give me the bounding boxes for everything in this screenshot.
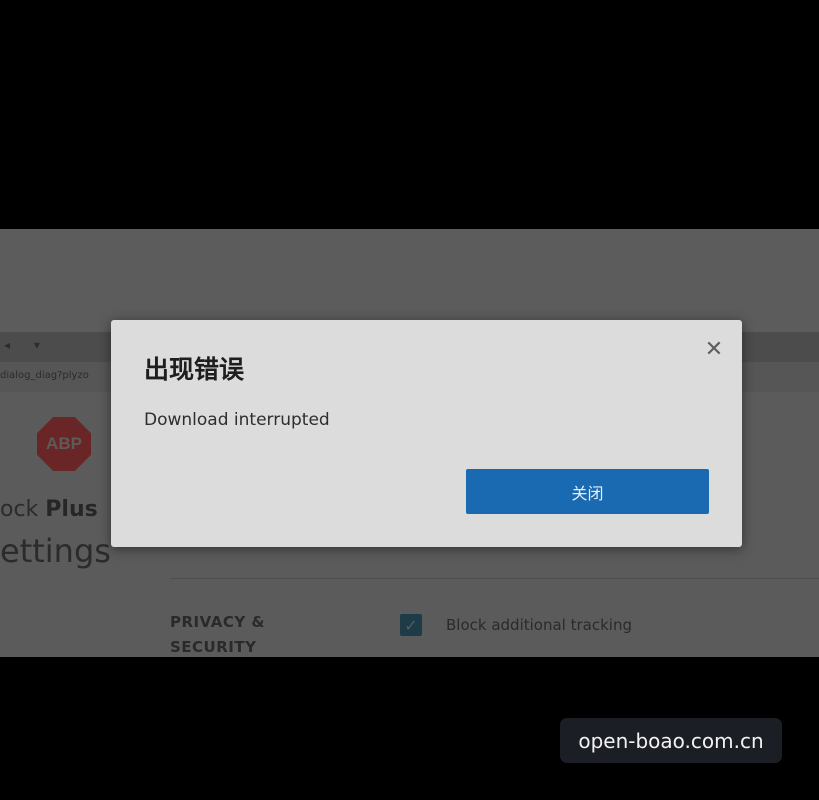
checkmark-icon: ✓ xyxy=(404,615,418,635)
abp-logo-icon: ABP xyxy=(37,417,91,471)
nav-arrows-icon[interactable]: ◂ ▾ xyxy=(4,338,50,352)
browser-top-area xyxy=(0,229,819,332)
app-name-partial: ock xyxy=(0,497,46,522)
watermark-badge: open-boao.com.cn xyxy=(560,718,782,763)
divider xyxy=(170,578,819,579)
section-label-text: PRIVACY & SECURITY xyxy=(170,613,265,656)
error-dialog: 出现错误 ✕ Download interrupted 关闭 xyxy=(111,320,742,547)
app-name: ock Plus xyxy=(0,497,98,522)
app-name-plus: Plus xyxy=(45,497,98,522)
abp-logo-text: ABP xyxy=(46,434,82,453)
dialog-title: 出现错误 xyxy=(144,355,245,384)
close-icon[interactable]: ✕ xyxy=(702,338,726,362)
block-tracking-checkbox[interactable]: ✓ xyxy=(400,614,422,636)
url-text: dialog_diag?plyzo xyxy=(0,370,89,381)
dialog-message: Download interrupted xyxy=(144,410,330,430)
section-label-privacy: PRIVACY & SECURITY xyxy=(170,610,280,657)
close-button[interactable]: 关闭 xyxy=(466,469,709,514)
page-title: ettings xyxy=(0,532,111,570)
screen: ◂ ▾ dialog_diag?plyzo ABP ock Plus ettin… xyxy=(0,0,819,800)
block-tracking-label: Block additional tracking xyxy=(446,616,632,634)
watermark-text: open-boao.com.cn xyxy=(578,728,764,753)
